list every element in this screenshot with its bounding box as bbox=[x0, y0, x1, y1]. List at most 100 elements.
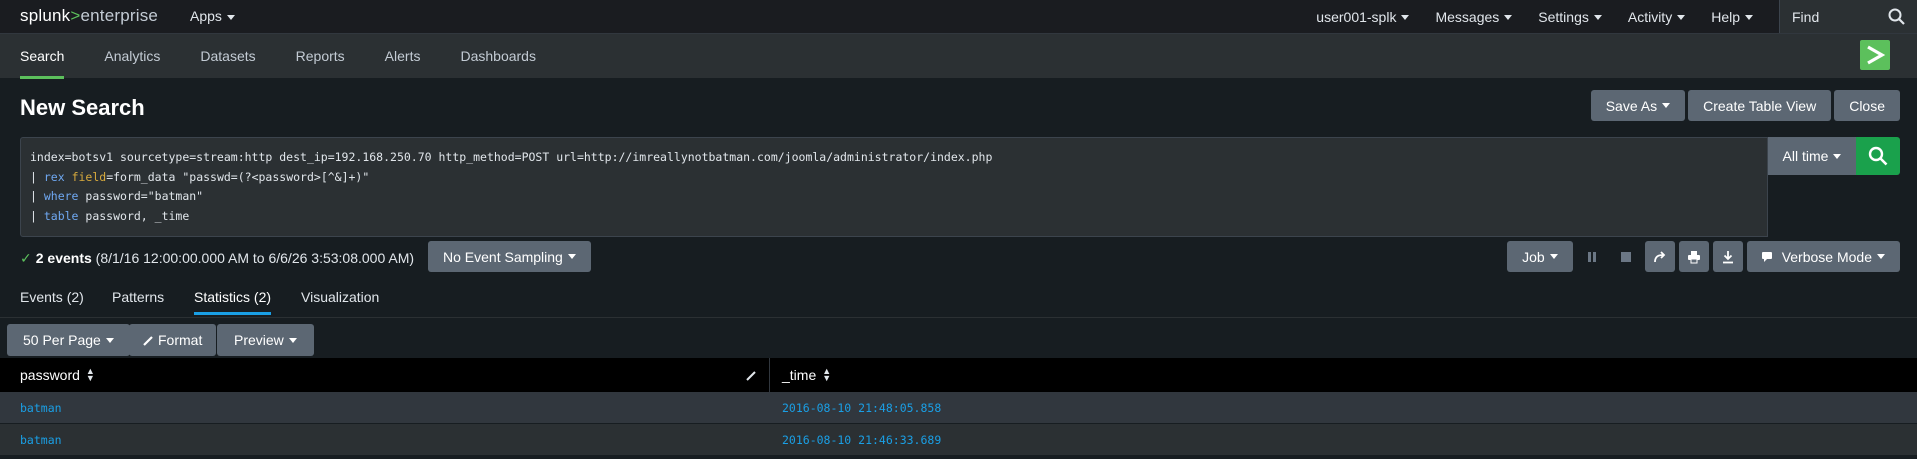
tab-visualization[interactable]: Visualization bbox=[301, 289, 379, 315]
pencil-icon[interactable] bbox=[746, 370, 757, 381]
run-search-button[interactable] bbox=[1856, 137, 1900, 175]
tab-search[interactable]: Search bbox=[0, 34, 84, 79]
chevron-down-icon bbox=[567, 254, 576, 259]
column-header-label: _time bbox=[782, 367, 817, 383]
close-label: Close bbox=[1849, 97, 1885, 114]
table-cell-time[interactable]: 2016-08-10 21:46:33.689 bbox=[770, 424, 1917, 456]
apps-menu[interactable]: Apps bbox=[190, 8, 235, 24]
preview-label: Preview bbox=[234, 332, 284, 348]
top-bar: splunk>enterprise Apps user001-splk Mess… bbox=[0, 0, 1917, 33]
event-count-status: ✓ 2 events (8/1/16 12:00:00.000 AM to 6/6… bbox=[20, 250, 414, 267]
search-mode-dropdown[interactable]: Verbose Mode bbox=[1746, 241, 1900, 272]
job-label: Job bbox=[1522, 248, 1545, 265]
table-header: password ▲ ▼ _time ▲ ▼ bbox=[0, 358, 1917, 392]
share-icon bbox=[1653, 250, 1665, 262]
pipe-text: | bbox=[30, 208, 44, 223]
export-button[interactable] bbox=[1712, 241, 1743, 272]
chevron-down-icon bbox=[1549, 254, 1558, 259]
create-table-view-button[interactable]: Create Table View bbox=[1688, 90, 1832, 121]
chevron-down-icon bbox=[1877, 254, 1885, 259]
query-text: =form_data "passwd=(?<password>[^&]+)" bbox=[106, 169, 370, 184]
activity-menu[interactable]: Activity bbox=[1627, 8, 1686, 25]
query-line-2: | rex field=form_data "passwd=(?<passwor… bbox=[30, 168, 1758, 188]
preview-dropdown[interactable]: Preview bbox=[217, 324, 314, 356]
tab-analytics[interactable]: Analytics bbox=[84, 34, 180, 79]
argument-keyword: field bbox=[64, 169, 107, 184]
job-menu-button[interactable]: Job bbox=[1507, 241, 1573, 272]
settings-menu[interactable]: Settings bbox=[1538, 9, 1602, 25]
table-cell-password[interactable]: batman bbox=[0, 424, 770, 456]
query-line-4: | table password, _time bbox=[30, 207, 1758, 227]
query-text: password="batman" bbox=[78, 189, 204, 203]
close-button[interactable]: Close bbox=[1834, 90, 1900, 121]
page-title: New Search bbox=[20, 95, 145, 120]
tab-reports-label: Reports bbox=[295, 48, 345, 64]
check-icon: ✓ bbox=[20, 250, 32, 266]
per-page-dropdown[interactable]: 50 Per Page bbox=[7, 324, 130, 356]
app-logo-icon[interactable] bbox=[1860, 40, 1890, 70]
search-query-input[interactable]: index=botsv1 sourcetype=stream:http dest… bbox=[20, 137, 1768, 237]
search-icon[interactable] bbox=[1888, 8, 1905, 25]
save-as-button[interactable]: Save As bbox=[1590, 90, 1686, 121]
query-text: password, _time bbox=[78, 208, 190, 223]
messages-menu[interactable]: Messages bbox=[1435, 8, 1513, 25]
tab-reports[interactable]: Reports bbox=[276, 34, 365, 79]
chevron-down-icon bbox=[1833, 153, 1842, 159]
pencil-icon bbox=[143, 335, 153, 346]
query-line-3: | where password="batman" bbox=[30, 187, 1758, 207]
mode-icon bbox=[1761, 251, 1772, 262]
table-cell-password[interactable]: batman bbox=[0, 392, 770, 424]
create-table-view-label: Create Table View bbox=[1703, 97, 1817, 114]
chevron-down-icon bbox=[105, 337, 114, 343]
column-header-time[interactable]: _time ▲ ▼ bbox=[770, 358, 1917, 392]
table-row: batman 2016-08-10 21:48:05.858 bbox=[0, 392, 1917, 424]
command-keyword: where bbox=[43, 189, 79, 203]
title-actions: Save As Create Table View Close bbox=[1590, 90, 1900, 121]
app-bar: Search Analytics Datasets Reports Alerts… bbox=[0, 33, 1917, 79]
sampling-label: No Event Sampling bbox=[443, 248, 563, 265]
chevron-down-icon bbox=[1504, 15, 1513, 21]
pipe-text: | bbox=[30, 169, 44, 184]
tab-statistics[interactable]: Statistics (2) bbox=[194, 289, 272, 315]
share-button[interactable] bbox=[1644, 241, 1675, 272]
tab-search-label: Search bbox=[20, 48, 65, 64]
printer-icon bbox=[1687, 250, 1700, 263]
results-tabs: Events (2) Patterns Statistics (2) Visua… bbox=[0, 282, 1917, 318]
tab-datasets[interactable]: Datasets bbox=[180, 34, 275, 79]
activity-label: Activity bbox=[1627, 8, 1673, 25]
print-button[interactable] bbox=[1678, 241, 1709, 272]
time-range-picker[interactable]: All time bbox=[1768, 137, 1856, 175]
chevron-down-icon bbox=[1745, 15, 1753, 21]
results-table: password ▲ ▼ _time ▲ ▼ batman 2016-08-10 21:… bbox=[0, 358, 1917, 456]
format-button[interactable]: Format bbox=[129, 324, 217, 356]
search-icon bbox=[1868, 146, 1888, 166]
chevron-down-icon bbox=[1677, 15, 1686, 21]
tab-events[interactable]: Events (2) bbox=[20, 289, 84, 315]
event-count: 2 events bbox=[35, 250, 92, 266]
table-cell-time[interactable]: 2016-08-10 21:48:05.858 bbox=[770, 392, 1917, 424]
event-sampling-dropdown[interactable]: No Event Sampling bbox=[428, 241, 591, 272]
tab-alerts[interactable]: Alerts bbox=[365, 34, 441, 79]
logo-product-text: enterprise bbox=[80, 6, 159, 25]
save-as-label: Save As bbox=[1605, 97, 1658, 114]
search-mode-label: Verbose Mode bbox=[1781, 248, 1872, 265]
tab-dashboards[interactable]: Dashboards bbox=[440, 34, 556, 79]
splunk-logo[interactable]: splunk>enterprise bbox=[20, 6, 158, 26]
find-input[interactable]: Find bbox=[1779, 0, 1917, 33]
format-label: Format bbox=[158, 332, 203, 348]
user-menu[interactable]: user001-splk bbox=[1316, 9, 1410, 25]
search-bar: index=botsv1 sourcetype=stream:http dest… bbox=[20, 137, 1900, 237]
query-line-1: index=botsv1 sourcetype=stream:http dest… bbox=[30, 150, 993, 164]
tab-patterns[interactable]: Patterns bbox=[112, 289, 164, 315]
stop-button[interactable] bbox=[1611, 241, 1641, 272]
pipe-text: | bbox=[30, 189, 44, 203]
logo-gt-text: > bbox=[70, 6, 81, 25]
pause-button[interactable] bbox=[1577, 241, 1607, 272]
chevron-down-icon bbox=[288, 337, 297, 343]
pause-icon bbox=[1587, 251, 1596, 262]
column-header-password[interactable]: password ▲ ▼ bbox=[0, 358, 770, 392]
stop-icon bbox=[1620, 251, 1631, 262]
time-range-label: All time bbox=[1782, 148, 1829, 164]
help-menu[interactable]: Help bbox=[1711, 9, 1753, 25]
messages-label: Messages bbox=[1435, 8, 1500, 25]
